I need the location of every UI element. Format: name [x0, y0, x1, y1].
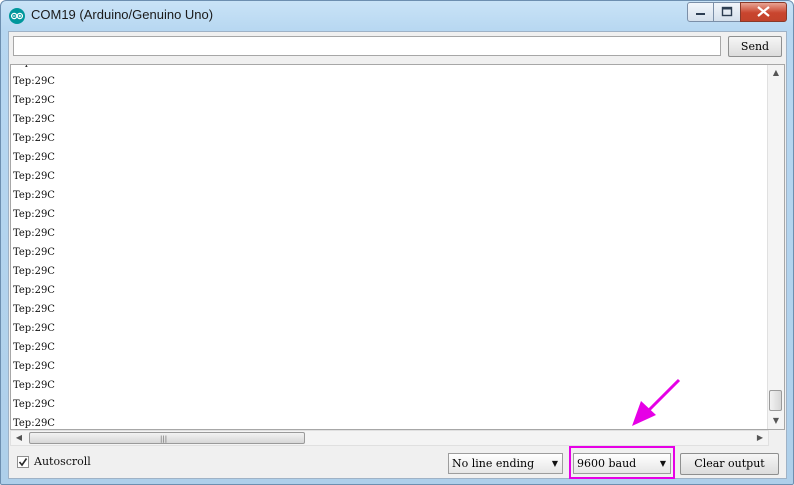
clear-output-button[interactable]: Clear output [680, 453, 779, 475]
output-line: Tep:29C [13, 342, 55, 353]
maximize-button[interactable] [713, 2, 741, 22]
output-line: Tep:29C [13, 114, 55, 125]
close-button[interactable] [740, 2, 787, 22]
output-line: Tep:29C [13, 65, 55, 72]
output-line: Tep:29C [13, 304, 55, 315]
output-line: Tep:29C [13, 266, 55, 277]
output-line: Tep:29C [13, 76, 55, 87]
autoscroll-checkbox[interactable] [17, 456, 29, 468]
output-line: Tep:29C [13, 190, 55, 201]
vertical-scrollbar[interactable]: ▲ ▼ [767, 65, 784, 429]
output-line: Tep:29C [13, 361, 55, 372]
serial-output[interactable]: Tep:29C Tep:29C Tep:29C Tep:29C Tep:29C Tep:2… [10, 64, 785, 430]
send-input[interactable] [13, 36, 721, 56]
output-line: Tep:29C [13, 380, 55, 391]
output-line: Tep:29C [13, 247, 55, 258]
output-line: Tep:29C [13, 171, 55, 182]
chevron-down-icon: ▼ [551, 459, 558, 468]
output-line: Tep:29C [13, 209, 55, 220]
scroll-up-icon[interactable]: ▲ [768, 65, 784, 81]
autoscroll-label: Autoscroll [34, 455, 91, 468]
arduino-logo-icon [9, 8, 25, 24]
send-button[interactable]: Send [728, 36, 782, 57]
horizontal-scrollbar[interactable]: ◀ ||| ▶ [10, 430, 769, 446]
title-bar[interactable]: COM19 (Arduino/Genuino Uno) [1, 1, 793, 31]
output-line: Tep:29C [13, 228, 55, 239]
output-line: Tep:29C [13, 285, 55, 296]
minimize-button[interactable] [687, 2, 714, 22]
baud-highlight-box [569, 446, 675, 479]
close-icon [757, 6, 770, 17]
vertical-scroll-thumb[interactable] [769, 390, 782, 411]
grip-icon: ||| [160, 435, 168, 443]
scroll-left-icon[interactable]: ◀ [11, 430, 27, 446]
checkmark-icon [18, 458, 28, 467]
output-line: Tep:29C [13, 95, 55, 106]
minimize-icon [696, 13, 705, 15]
output-line: Tep:29C [13, 418, 55, 429]
scrollbar-corner [770, 430, 785, 446]
line-ending-select[interactable]: No line ending ▼ [448, 453, 563, 474]
horizontal-scroll-thumb[interactable]: ||| [29, 432, 305, 444]
output-line: Tep:29C [13, 152, 55, 163]
output-line: Tep:29C [13, 399, 55, 410]
output-line: Tep:29C [13, 133, 55, 144]
scroll-down-icon[interactable]: ▼ [768, 413, 784, 429]
output-lines: Tep:29C Tep:29C Tep:29C Tep:29C Tep:29C Tep:2… [13, 65, 55, 429]
serial-monitor-client: Send Tep:29C Tep:29C Tep:29C Tep:29C Tep:29C… [8, 31, 787, 479]
window-title: COM19 (Arduino/Genuino Uno) [31, 7, 214, 22]
output-line: Tep:29C [13, 323, 55, 334]
line-ending-value: No line ending [452, 457, 535, 470]
maximize-icon [721, 6, 733, 17]
footer-bar: Autoscroll No line ending ▼ 9600 baud ▼ … [9, 446, 786, 479]
serial-monitor-window: COM19 (Arduino/Genuino Uno) Send Tep:29C… [0, 0, 794, 485]
scroll-right-icon[interactable]: ▶ [752, 430, 768, 446]
